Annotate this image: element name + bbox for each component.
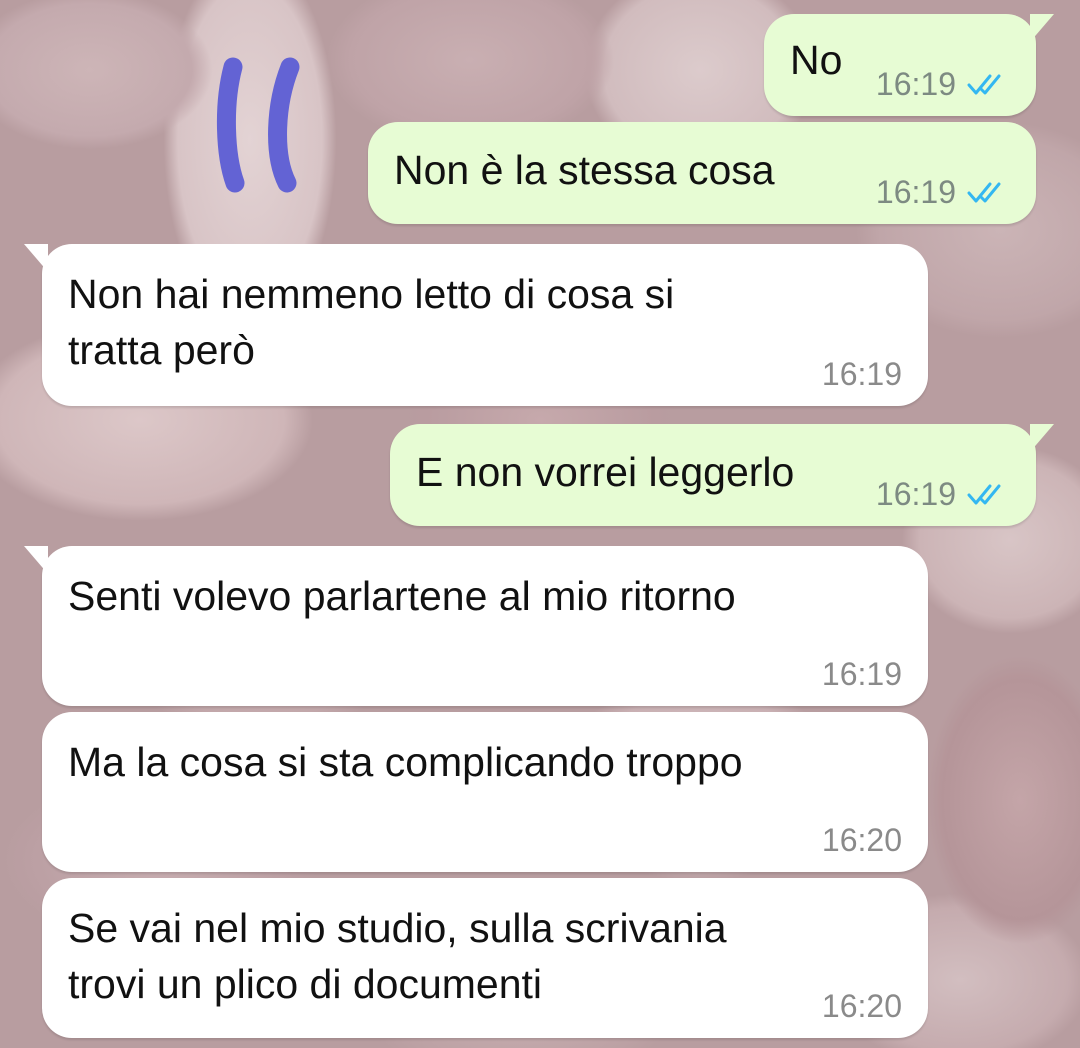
bubble-tail — [24, 546, 48, 574]
message-time: 16:19 — [875, 174, 956, 210]
bubble-tail — [24, 244, 48, 272]
message-meta: 16:19 — [876, 174, 1010, 210]
message-meta: 16:19 — [876, 66, 1010, 102]
message-time: 16:20 — [821, 988, 902, 1024]
message-bubble-outgoing[interactable]: Non è la stessa cosa 16:19 — [368, 122, 1036, 224]
message-time: 16:20 — [821, 822, 902, 858]
annotation-quote-marks — [216, 57, 300, 193]
message-meta: 16:20 — [822, 988, 902, 1024]
message-bubble-outgoing[interactable]: E non vorrei leggerlo 16:19 — [390, 424, 1054, 526]
bubble-tail — [1030, 424, 1054, 452]
message-text: Non hai nemmeno letto di cosa si tratta … — [68, 271, 675, 373]
message-time: 16:19 — [821, 656, 902, 692]
message-bubble-outgoing[interactable]: No 16:19 — [764, 14, 1054, 116]
message-bubble-incoming[interactable]: Non hai nemmeno letto di cosa si tratta … — [24, 244, 928, 406]
message-text: Senti volevo parlartene al mio ritorno — [68, 573, 736, 619]
bubble-tail — [1030, 14, 1054, 42]
message-meta: 16:20 — [822, 822, 902, 858]
message-time: 16:19 — [875, 66, 956, 102]
read-double-check-icon — [967, 182, 1001, 203]
message-text: Non è la stessa cosa — [394, 147, 775, 193]
message-text: Se vai nel mio studio, sulla scrivania t… — [68, 905, 727, 1007]
message-meta: 16:19 — [822, 356, 902, 392]
read-double-check-icon — [967, 484, 1001, 505]
message-meta: 16:19 — [822, 656, 902, 692]
message-bubble-incoming[interactable]: Se vai nel mio studio, sulla scrivania t… — [42, 878, 928, 1038]
message-text: E non vorrei leggerlo — [416, 449, 795, 495]
message-text: Ma la cosa si sta complicando troppo — [68, 739, 743, 785]
read-double-check-icon — [967, 74, 1001, 95]
message-meta: 16:19 — [876, 476, 1010, 512]
message-bubble-incoming[interactable]: Ma la cosa si sta complicando troppo 16:… — [42, 712, 928, 872]
message-time: 16:19 — [875, 476, 956, 512]
message-time: 16:19 — [821, 356, 902, 392]
message-text: No — [790, 37, 843, 83]
message-bubble-incoming[interactable]: Senti volevo parlartene al mio ritorno 1… — [24, 546, 928, 706]
